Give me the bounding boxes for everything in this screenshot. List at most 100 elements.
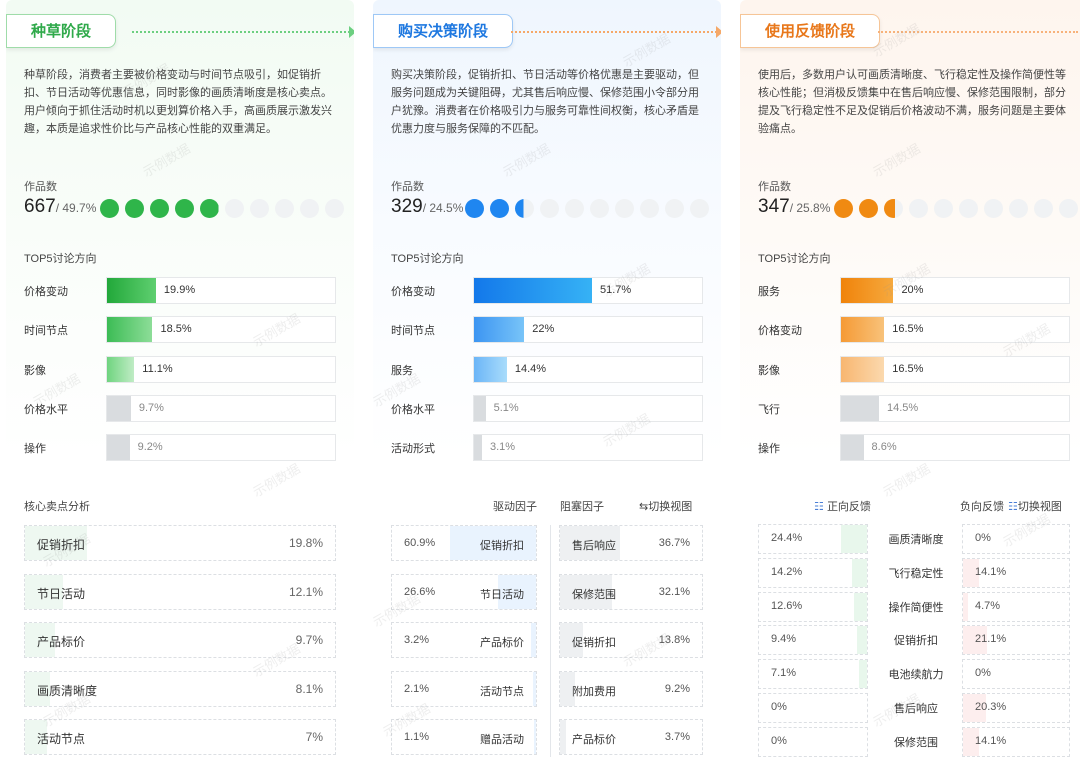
top5-value: 9.2% (137, 441, 163, 454)
negative-feedback-label: 负向反馈 (960, 501, 1004, 513)
top5-bar-track: 20% (840, 277, 1070, 304)
share-dot (615, 199, 634, 218)
negative-feedback-value: 20.3% (975, 701, 1007, 713)
drive-factor-value: 26.6% (404, 585, 436, 598)
block-factor-value: 9.2% (664, 682, 690, 695)
selling-point-row: 画质清晰度 8.1% (24, 670, 336, 707)
switch-view-button[interactable]: ☷切换视图 (1008, 498, 1062, 514)
top5-row: 价格变动 51.7% (391, 277, 703, 304)
top5-title: TOP5讨论方向 (391, 253, 464, 265)
block-factor-label: 产品标价 (572, 734, 616, 746)
negative-feedback-cell: 21.1% (962, 625, 1070, 656)
positive-feedback-cell: 14.2% (758, 557, 868, 588)
top5-row: 影像 11.1% (24, 355, 336, 383)
negative-feedback-value: 21.1% (975, 633, 1007, 646)
selling-title: 核心卖点分析 (24, 501, 90, 513)
positive-feedback-bar (841, 525, 867, 553)
top5-label: 价格变动 (758, 325, 802, 338)
top5-label: 时间节点 (24, 325, 68, 338)
positive-feedback-bar (853, 592, 867, 621)
works-percent: / 25.8% (789, 201, 831, 215)
drive-factor-row: 60.9% 促销折扣 (391, 525, 537, 561)
top5-label: 活动形式 (391, 443, 435, 456)
share-dot (640, 199, 659, 218)
works-label: 作品数 (758, 181, 791, 193)
top5-value: 19.9% (163, 284, 196, 296)
negative-feedback-bar (963, 592, 969, 621)
drive-factor-bar (534, 720, 536, 754)
drive-factor-label: 节日活动 (480, 588, 524, 601)
use-stage-panel: 使用反馈阶段 使用后，多数用户认可画质清晰度、飞行稳定性及操作简便性等核心性能；… (740, 0, 1080, 762)
buy-stage-panel: 购买决策阶段 购买决策阶段，促销折扣、节日活动等价格优惠是主要驱动，但服务问题成… (373, 0, 721, 762)
works-share-dots (465, 199, 709, 218)
block-factor-row: 附加费用 9.2% (559, 670, 703, 707)
top5-row: 活动形式 3.1% (391, 434, 703, 462)
top5-bar-track: 8.6% (840, 434, 1070, 462)
top5-row: 操作 9.2% (24, 434, 336, 462)
switch-icon: ☷ (1008, 501, 1018, 513)
top5-value: 14.4% (514, 362, 547, 375)
top5-bar-track: 16.5% (840, 316, 1070, 344)
top5-title: TOP5讨论方向 (24, 253, 97, 265)
share-dot (540, 199, 559, 218)
share-dot (959, 199, 978, 218)
top5-label: 价格水平 (391, 403, 435, 416)
selling-point-label: 促销折扣 (37, 538, 86, 552)
share-dot (325, 199, 344, 218)
share-dot (150, 199, 169, 218)
top5-label: 操作 (24, 443, 46, 456)
top5-label: 影像 (758, 364, 780, 377)
feedback-label: 电池续航力 (888, 669, 944, 682)
drive-factor-label: 产品标价 (480, 637, 524, 649)
switch-icon: ⇆ (639, 501, 649, 513)
use-description: 使用后，多数用户认可画质清晰度、飞行稳定性及操作简便性等核心性能；但消极反馈集中… (758, 69, 1066, 135)
stage-connector (132, 31, 350, 33)
drive-factor-label: 促销折扣 (480, 540, 524, 552)
works-count: 347 (758, 196, 790, 217)
top5-row: 影像 16.5% (758, 355, 1070, 383)
feedback-label: 促销折扣 (894, 635, 938, 648)
top5-value: 14.5% (887, 401, 919, 414)
switch-view-button[interactable]: ⇆切换视图 (639, 498, 692, 514)
selling-point-row: 产品标价 9.7% (24, 622, 336, 658)
top5-bar-fill (474, 435, 482, 461)
share-dot (465, 199, 484, 218)
top5-bar-fill (841, 395, 880, 421)
top5-label: 价格变动 (391, 286, 435, 298)
negative-feedback-value: 0% (975, 667, 991, 680)
drive-factor-row: 26.6% 节日活动 (391, 573, 537, 610)
top5-bar-track: 18.5% (106, 316, 336, 344)
buy-description: 购买决策阶段，促销折扣、节日活动等价格优惠是主要驱动，但服务问题成为关键阻碍，尤… (391, 69, 699, 135)
positive-feedback-cell: 0% (758, 693, 868, 723)
top5-label: 时间节点 (391, 325, 435, 338)
block-factor-label: 保修范围 (572, 588, 616, 601)
top5-bar-fill (107, 435, 130, 461)
stage-connector (511, 31, 717, 33)
arrow-right-icon (716, 26, 721, 38)
share-dot (125, 199, 144, 218)
top5-title: TOP5讨论方向 (758, 253, 831, 265)
negative-feedback-value: 0% (975, 532, 991, 544)
top5-bar-fill (841, 435, 864, 461)
selling-point-value: 9.7% (295, 633, 323, 647)
top5-bar-fill (107, 317, 153, 343)
drive-factor-label: 活动节点 (480, 685, 524, 698)
top5-bar-track: 16.5% (840, 355, 1070, 383)
seed-stage-panel: 种草阶段 种草阶段，消费者主要被价格变动与时间节点吸引，如促销折扣、节日活动等优… (6, 0, 354, 762)
share-dot (884, 199, 903, 218)
top5-row: 时间节点 18.5% (24, 316, 336, 344)
share-dot (909, 199, 928, 218)
drive-factor-bar (533, 671, 536, 706)
positive-feedback-cell: 12.6% (758, 591, 868, 622)
top5-bar-fill (474, 278, 592, 303)
share-dot (175, 199, 194, 218)
block-factor-row: 保修范围 32.1% (559, 573, 703, 610)
block-factor-value: 36.7% (658, 537, 690, 549)
share-dot (200, 199, 219, 218)
top5-value: 20% (901, 284, 924, 296)
positive-feedback-bar (856, 626, 867, 655)
works-value: 667/ 49.7% (24, 196, 96, 218)
block-factor-value: 3.7% (664, 731, 690, 743)
block-factor-bar (560, 720, 567, 754)
top5-bar-track: 51.7% (473, 277, 703, 304)
